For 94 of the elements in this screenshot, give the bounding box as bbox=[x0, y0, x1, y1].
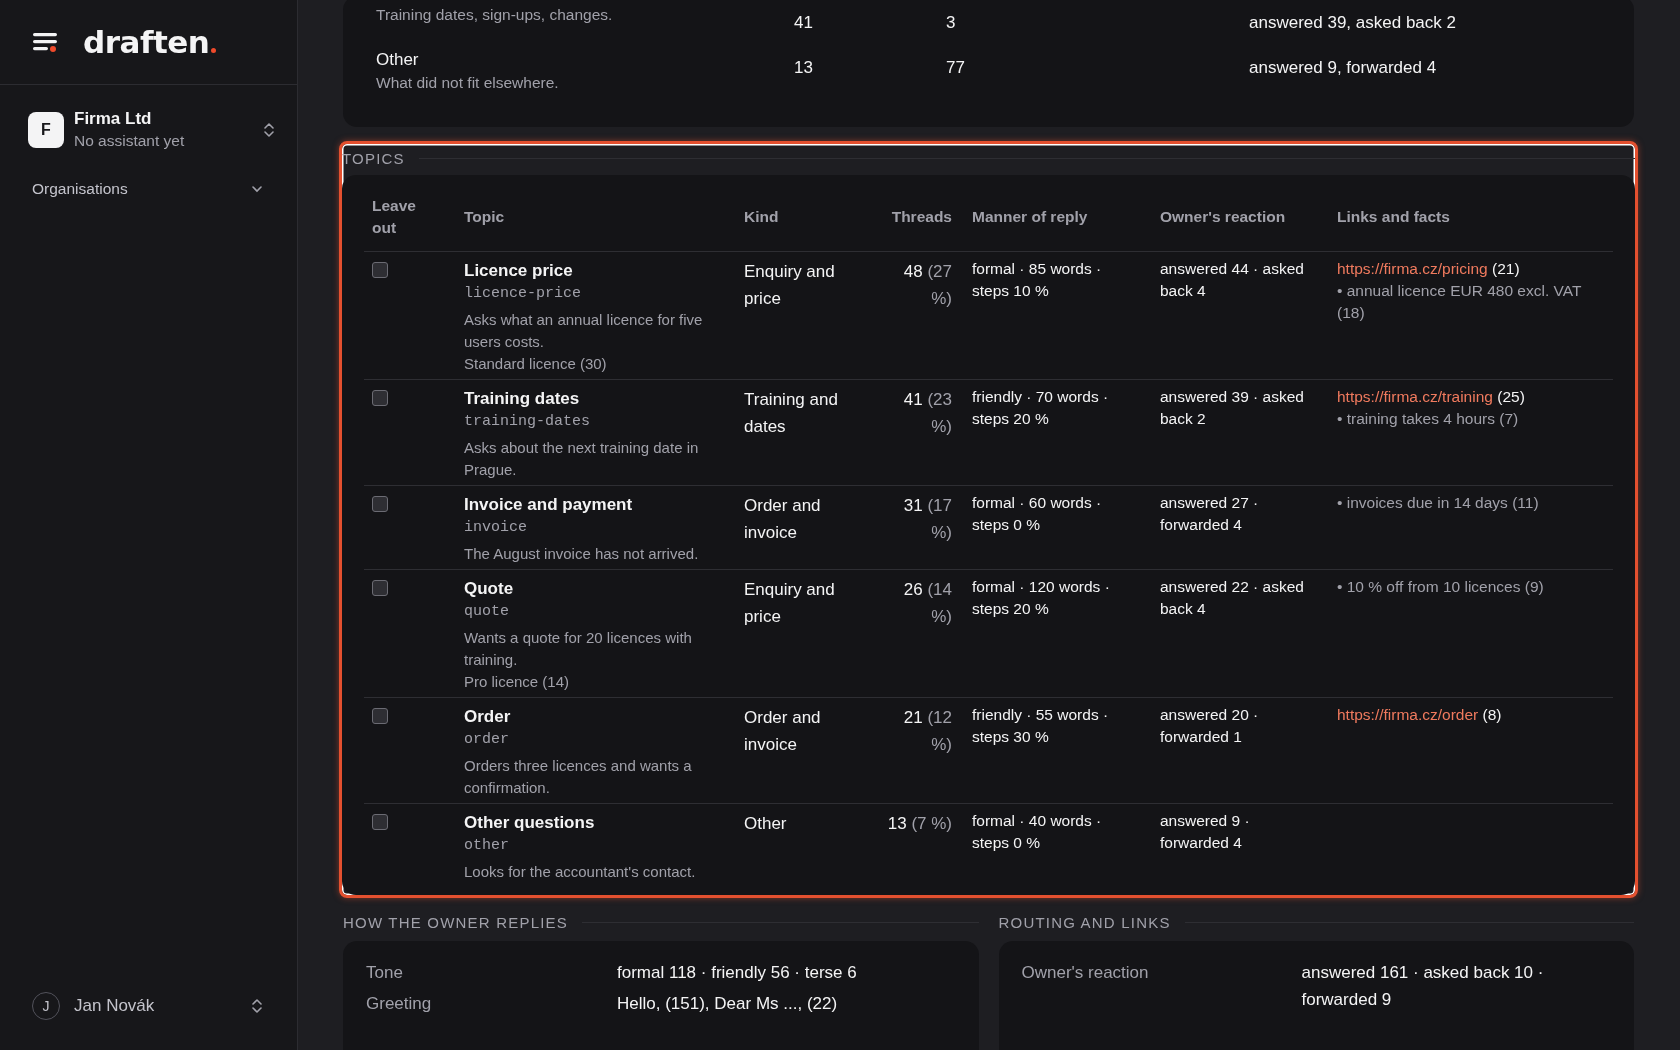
owner-reaction: answered 39 · asked back 2 bbox=[1160, 387, 1305, 429]
checkbox[interactable] bbox=[372, 580, 388, 596]
link[interactable]: https://firma.cz/order bbox=[1337, 706, 1479, 723]
fact-entry: • invoices due in 14 days (11) bbox=[1337, 493, 1540, 513]
thread-count: 26 (14 %) bbox=[902, 579, 952, 628]
thread-count: 41 (23 %) bbox=[902, 389, 952, 438]
column-header: Topic bbox=[464, 208, 505, 225]
expand-icon bbox=[251, 997, 263, 1015]
checkbox[interactable] bbox=[372, 496, 388, 512]
topic-title: Licence price bbox=[464, 260, 574, 282]
topic-kind: Order and invoice bbox=[744, 495, 822, 544]
topic-description: The August invoice has not arrived. bbox=[464, 544, 700, 564]
fact-entry: • training takes 4 hours (7) bbox=[1337, 409, 1520, 429]
summary-label: Owner's reaction bbox=[1021, 962, 1150, 984]
topic-title: Training dates bbox=[464, 388, 581, 410]
checkbox[interactable] bbox=[372, 390, 388, 406]
table-cell: answered 9, forwarded 4 bbox=[1249, 58, 1437, 77]
column-header: Kind bbox=[744, 208, 779, 225]
summary-value: answered 161 · asked back 10 · forwarded 9 bbox=[1301, 962, 1545, 1011]
link[interactable]: https://firma.cz/pricing bbox=[1337, 260, 1488, 277]
summary-label: Greeting bbox=[366, 993, 433, 1015]
thread-count: 31 (17 %) bbox=[902, 495, 952, 544]
category-description: Training dates, sign-ups, changes. bbox=[376, 5, 614, 25]
topic-title: Invoice and payment bbox=[464, 494, 634, 516]
topic-slug: training-dates bbox=[464, 412, 591, 432]
topic-slug: other bbox=[464, 836, 509, 856]
user-name[interactable]: Jan Novák bbox=[74, 996, 237, 1016]
thread-count: 21 (12 %) bbox=[902, 707, 952, 756]
fact-entry: • 10 % off from 10 licences (9) bbox=[1337, 577, 1545, 597]
topic-note: Standard licence (30) bbox=[464, 354, 607, 374]
section-heading: ROUTING AND LINKS bbox=[998, 914, 1171, 931]
reply-manner: formal · 60 words · steps 0 % bbox=[972, 493, 1103, 535]
topic-kind: Enquiry and price bbox=[744, 579, 836, 628]
checkbox[interactable] bbox=[372, 814, 388, 830]
topic-description: Wants a quote for 20 licences with training. bbox=[464, 628, 693, 670]
link-entry: https://firma.cz/training (25) bbox=[1337, 387, 1525, 407]
column-header: Leave out bbox=[372, 197, 416, 236]
topic-kind: Enquiry and price bbox=[744, 261, 836, 310]
reply-manner: friendly · 55 words · steps 30 % bbox=[972, 705, 1110, 747]
topic-description: Looks for the accountant's contact. bbox=[464, 862, 697, 882]
topic-slug: licence-price bbox=[464, 284, 582, 304]
topic-slug: order bbox=[464, 730, 509, 750]
link[interactable]: https://firma.cz/training bbox=[1337, 388, 1493, 405]
topic-note: Pro licence (14) bbox=[464, 672, 570, 692]
topic-title: Other questions bbox=[464, 812, 596, 834]
category-title: Other bbox=[376, 49, 420, 71]
table-cell: 3 bbox=[946, 13, 956, 32]
org-avatar: F bbox=[28, 111, 64, 148]
thread-count: 13 (7 %) bbox=[886, 813, 952, 835]
summary-label: Tone bbox=[366, 962, 404, 984]
checkbox[interactable] bbox=[372, 708, 388, 724]
org-subtitle: No assistant yet bbox=[74, 132, 186, 150]
logo: draften bbox=[83, 24, 217, 60]
owner-reaction: answered 22 · asked back 4 bbox=[1160, 577, 1305, 619]
expand-icon bbox=[263, 120, 275, 139]
owner-reaction: answered 44 · asked back 4 bbox=[1160, 259, 1305, 301]
link-entry: https://firma.cz/order (8) bbox=[1337, 705, 1502, 725]
column-header: Links and facts bbox=[1337, 208, 1450, 225]
table-cell: 41 bbox=[794, 13, 813, 32]
column-header: Threads bbox=[891, 208, 952, 225]
owner-reaction: answered 20 · forwarded 1 bbox=[1160, 705, 1260, 747]
topic-slug: invoice bbox=[464, 518, 527, 538]
reply-manner: formal · 85 words · steps 10 % bbox=[972, 259, 1103, 301]
topic-kind: Order and invoice bbox=[744, 707, 822, 756]
org-name[interactable]: Firma Ltd bbox=[74, 109, 253, 129]
topic-title: Order bbox=[464, 706, 512, 728]
table-cell: 77 bbox=[946, 58, 965, 77]
topic-description: Asks what an annual licence for five users costs. bbox=[464, 310, 704, 352]
link-entry: https://firma.cz/pricing (21) bbox=[1337, 259, 1520, 279]
reply-manner: formal · 40 words · steps 0 % bbox=[972, 811, 1103, 853]
summary-value: Hello, (151), Dear Ms ..., (22) bbox=[617, 993, 839, 1015]
topic-slug: quote bbox=[464, 602, 509, 622]
topic-title: Quote bbox=[464, 578, 515, 600]
column-header: Owner's reaction bbox=[1160, 208, 1286, 225]
reply-manner: formal · 120 words · steps 20 % bbox=[972, 577, 1111, 619]
table-cell: answered 39, asked back 2 bbox=[1249, 13, 1456, 32]
section-heading: HOW THE OWNER REPLIES bbox=[343, 914, 568, 931]
topic-description: Asks about the next training date in Prague. bbox=[464, 438, 700, 480]
topic-kind: Training and dates bbox=[744, 389, 839, 438]
topic-kind: Other bbox=[744, 813, 788, 835]
column-header: Manner of reply bbox=[972, 208, 1088, 225]
owner-reaction: answered 9 · forwarded 4 bbox=[1160, 811, 1251, 853]
owner-reaction: answered 27 · forwarded 4 bbox=[1160, 493, 1260, 535]
category-description: What did not fit elsewhere. bbox=[376, 73, 560, 93]
summary-value: formal 118 · friendly 56 · terse 6 bbox=[617, 962, 858, 984]
sidebar-item[interactable]: Organisations bbox=[32, 180, 128, 198]
menu-icon[interactable] bbox=[33, 31, 59, 53]
topic-description: Orders three licences and wants a confirmation. bbox=[464, 756, 693, 798]
reply-manner: friendly · 70 words · steps 20 % bbox=[972, 387, 1110, 429]
chevron-icon[interactable] bbox=[251, 185, 263, 193]
checkbox[interactable] bbox=[372, 262, 388, 278]
fact-entry: • annual licence EUR 480 excl. VAT (18) bbox=[1337, 281, 1583, 323]
thread-count: 48 (27 %) bbox=[902, 261, 952, 310]
table-cell: 13 bbox=[794, 58, 813, 77]
